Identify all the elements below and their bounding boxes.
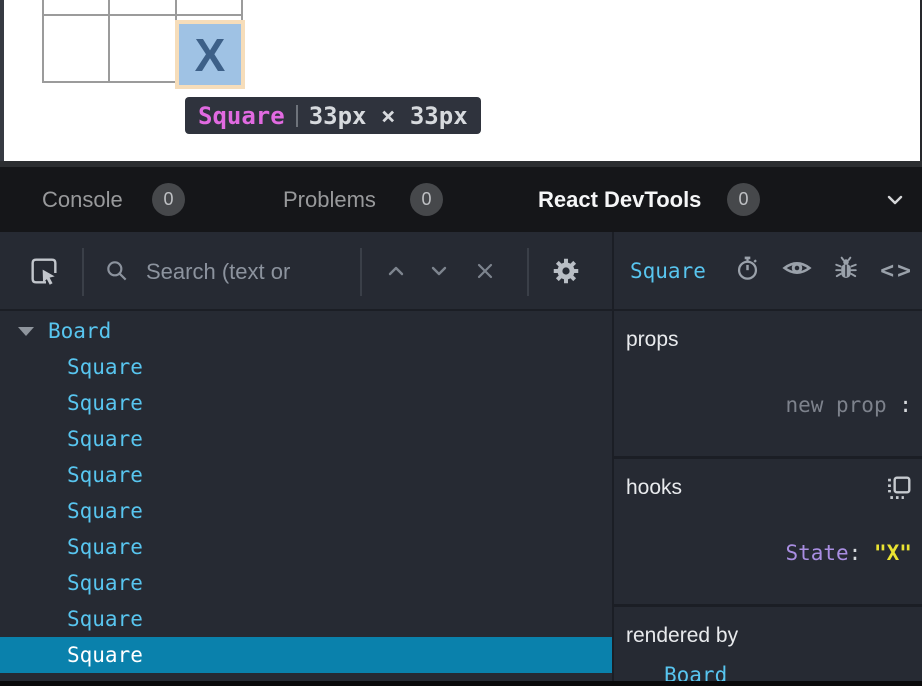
prop-row-new-prop[interactable]: new prop : ""	[626, 366, 910, 444]
tree-row-square[interactable]: Square	[0, 457, 612, 493]
component-inspector-panel: Square	[614, 232, 922, 681]
tree-item-label: Square	[67, 607, 143, 631]
toolbar-divider	[82, 248, 84, 296]
search-icon	[104, 258, 130, 284]
tab-react-devtools-badge: 0	[727, 183, 760, 216]
toolbar-divider	[527, 248, 529, 296]
props-label: props	[626, 327, 910, 353]
tree-row-square[interactable]: Square	[0, 529, 612, 565]
tree-item-label: Square	[67, 643, 143, 667]
grid-line	[42, 0, 44, 83]
tab-react-devtools[interactable]: React DevTools	[538, 167, 701, 232]
props-section: props new prop : ""	[614, 311, 922, 456]
tree-row-square[interactable]: Square	[0, 565, 612, 601]
square-cell-value: X	[195, 28, 226, 82]
tab-problems-badge: 0	[410, 183, 443, 216]
search-input[interactable]	[146, 232, 354, 311]
tree-item-label: Square	[67, 499, 143, 523]
colon: :	[887, 393, 922, 417]
rendered-by-label: rendered by	[626, 623, 910, 649]
tree-toolbar	[0, 232, 612, 311]
tree-item-label: Square	[67, 571, 143, 595]
bug-icon[interactable]	[833, 255, 859, 286]
rendered-by-section: rendered by Board	[614, 607, 922, 686]
inspector-toolbar: Square	[614, 232, 922, 311]
search-clear-icon[interactable]	[473, 259, 497, 283]
tree-item-label: Square	[67, 427, 143, 451]
hook-row-state[interactable]: State: "X"	[626, 514, 910, 592]
hooks-label: hooks	[626, 475, 910, 501]
parse-hook-names-icon[interactable]	[886, 475, 912, 506]
inspected-component-name: Square	[630, 259, 706, 283]
colon: :	[849, 541, 874, 565]
tooltip-separator	[296, 105, 298, 127]
grid-line	[108, 0, 110, 83]
chevron-down-icon[interactable]	[882, 187, 908, 218]
tab-problems-label: Problems	[283, 187, 376, 213]
toolbar-divider	[360, 248, 362, 296]
eye-icon[interactable]	[782, 253, 812, 288]
tree-item-label: Square	[67, 535, 143, 559]
inspect-element-icon[interactable]	[28, 255, 60, 287]
tree-row-square[interactable]: Square	[0, 349, 612, 385]
tab-console-badge: 0	[152, 183, 185, 216]
tab-console[interactable]: Console	[42, 167, 123, 232]
tree-item-label: Square	[67, 391, 143, 415]
code-brackets-icon[interactable]: <>	[880, 258, 914, 284]
browser-page-viewport: X Square 33px × 33px	[0, 0, 922, 161]
components-tree-panel: Board Square Square Square Square Square…	[0, 232, 612, 681]
tab-console-label: Console	[42, 187, 123, 213]
hook-state-value[interactable]: "X"	[874, 541, 912, 565]
gear-icon[interactable]	[552, 257, 580, 285]
react-devtools-panel: Board Square Square Square Square Square…	[0, 232, 922, 681]
tree-row-square[interactable]: Square	[0, 421, 612, 457]
hook-state-key: State	[785, 541, 848, 565]
tab-problems[interactable]: Problems	[283, 167, 376, 232]
window-edge-left	[0, 0, 4, 161]
tree-row-square-selected[interactable]: Square	[0, 637, 612, 673]
stopwatch-icon[interactable]	[734, 255, 761, 287]
tooltip-component-name: Square	[198, 102, 285, 130]
tree-row-square[interactable]: Square	[0, 385, 612, 421]
devtools-tab-bar: Console 0 Problems 0 React DevTools 0	[0, 167, 922, 232]
tree-item-label: Square	[67, 463, 143, 487]
search-prev-icon[interactable]	[384, 259, 408, 283]
devtools-window: X Square 33px × 33px Console 0 Problems …	[0, 0, 922, 686]
tree-row-square[interactable]: Square	[0, 493, 612, 529]
inspect-highlight-padding: X	[175, 20, 245, 89]
new-prop-input[interactable]: new prop	[785, 393, 886, 417]
tree-item-label: Square	[67, 355, 143, 379]
tree-row-square[interactable]: Square	[0, 601, 612, 637]
hooks-section: hooks State: "X"	[614, 459, 922, 604]
window-edge-bottom	[0, 681, 922, 686]
search-next-icon[interactable]	[427, 259, 451, 283]
tab-react-devtools-label: React DevTools	[538, 187, 701, 213]
element-size-tooltip: Square 33px × 33px	[185, 97, 481, 134]
tooltip-dimensions: 33px × 33px	[309, 102, 468, 130]
component-tree: Board Square Square Square Square Square…	[0, 313, 612, 673]
grid-line	[42, 14, 243, 16]
tree-row-board[interactable]: Board	[0, 313, 612, 349]
tree-item-label: Board	[48, 319, 111, 343]
square-cell[interactable]: X	[179, 24, 241, 85]
expand-triangle-icon[interactable]	[18, 327, 34, 336]
